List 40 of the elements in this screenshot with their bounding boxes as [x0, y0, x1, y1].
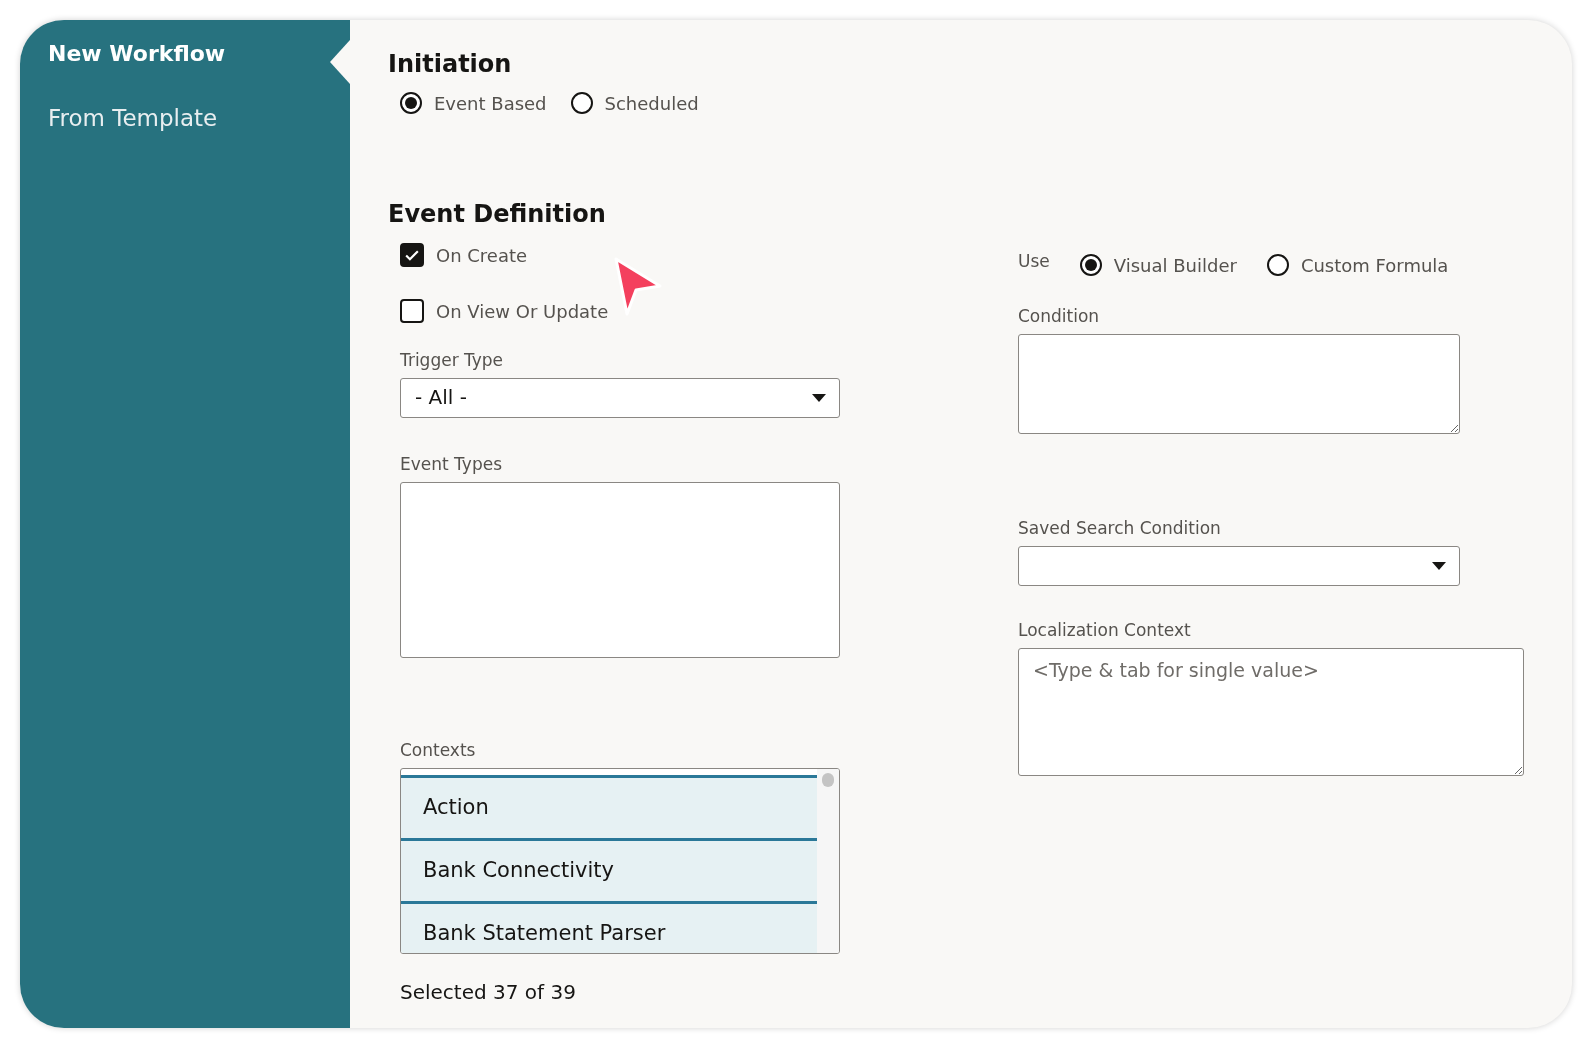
section-heading: Event Definition	[388, 200, 606, 228]
checkbox-label: On Create	[436, 244, 528, 266]
list-item[interactable]: Action	[401, 775, 817, 838]
sidebar-item[interactable]: New Workflow	[20, 32, 254, 96]
trigger-type-dropdown[interactable]: - All -	[400, 378, 840, 418]
checkbox-label: On View Or Update	[436, 300, 609, 322]
checkbox[interactable]	[400, 243, 424, 267]
radio-button[interactable]	[400, 92, 422, 114]
radio-label: Visual Builder	[1113, 254, 1237, 276]
radio-label: Scheduled	[604, 92, 699, 114]
radio-button[interactable]	[570, 92, 593, 114]
field-label: Trigger Type	[400, 350, 504, 370]
scrollbar-thumb[interactable]	[822, 773, 834, 787]
saved-search-dropdown[interactable]	[1018, 546, 1460, 586]
pointer-icon	[612, 256, 664, 318]
selection-count: Selected 37 of 39	[400, 980, 576, 1004]
field-label: Condition	[1018, 306, 1100, 326]
list-item[interactable]: Bank Statement Parser	[401, 901, 817, 953]
field-label: Use	[1018, 251, 1050, 271]
localization-context-field[interactable]: <Type & tab for single value>	[1018, 648, 1524, 776]
radio-label: Event Based	[434, 92, 547, 114]
list-item[interactable]: Bank Connectivity	[401, 838, 817, 901]
caret-icon	[1431, 561, 1447, 571]
field-label: Contexts	[400, 740, 476, 760]
radio-label: Custom Formula	[1300, 254, 1449, 276]
selection-notch-icon	[330, 40, 350, 84]
sidebar-item[interactable]: From Template	[20, 96, 246, 160]
checkbox[interactable]	[400, 299, 424, 323]
section-heading: Initiation	[388, 50, 512, 78]
radio-option[interactable]: Event Based	[400, 92, 547, 114]
radio-option[interactable]: Custom Formula	[1266, 254, 1449, 276]
radio-option[interactable]: Scheduled	[570, 92, 699, 114]
radio-button[interactable]	[1266, 254, 1289, 276]
condition-field[interactable]	[1018, 334, 1460, 434]
radio-button[interactable]	[1079, 254, 1102, 276]
caret-icon	[811, 393, 827, 403]
field-label: Event Types	[400, 454, 502, 474]
radio-option[interactable]: Visual Builder	[1079, 254, 1237, 276]
field-label: Localization Context	[1018, 620, 1191, 640]
field-label: Saved Search Condition	[1018, 518, 1221, 538]
